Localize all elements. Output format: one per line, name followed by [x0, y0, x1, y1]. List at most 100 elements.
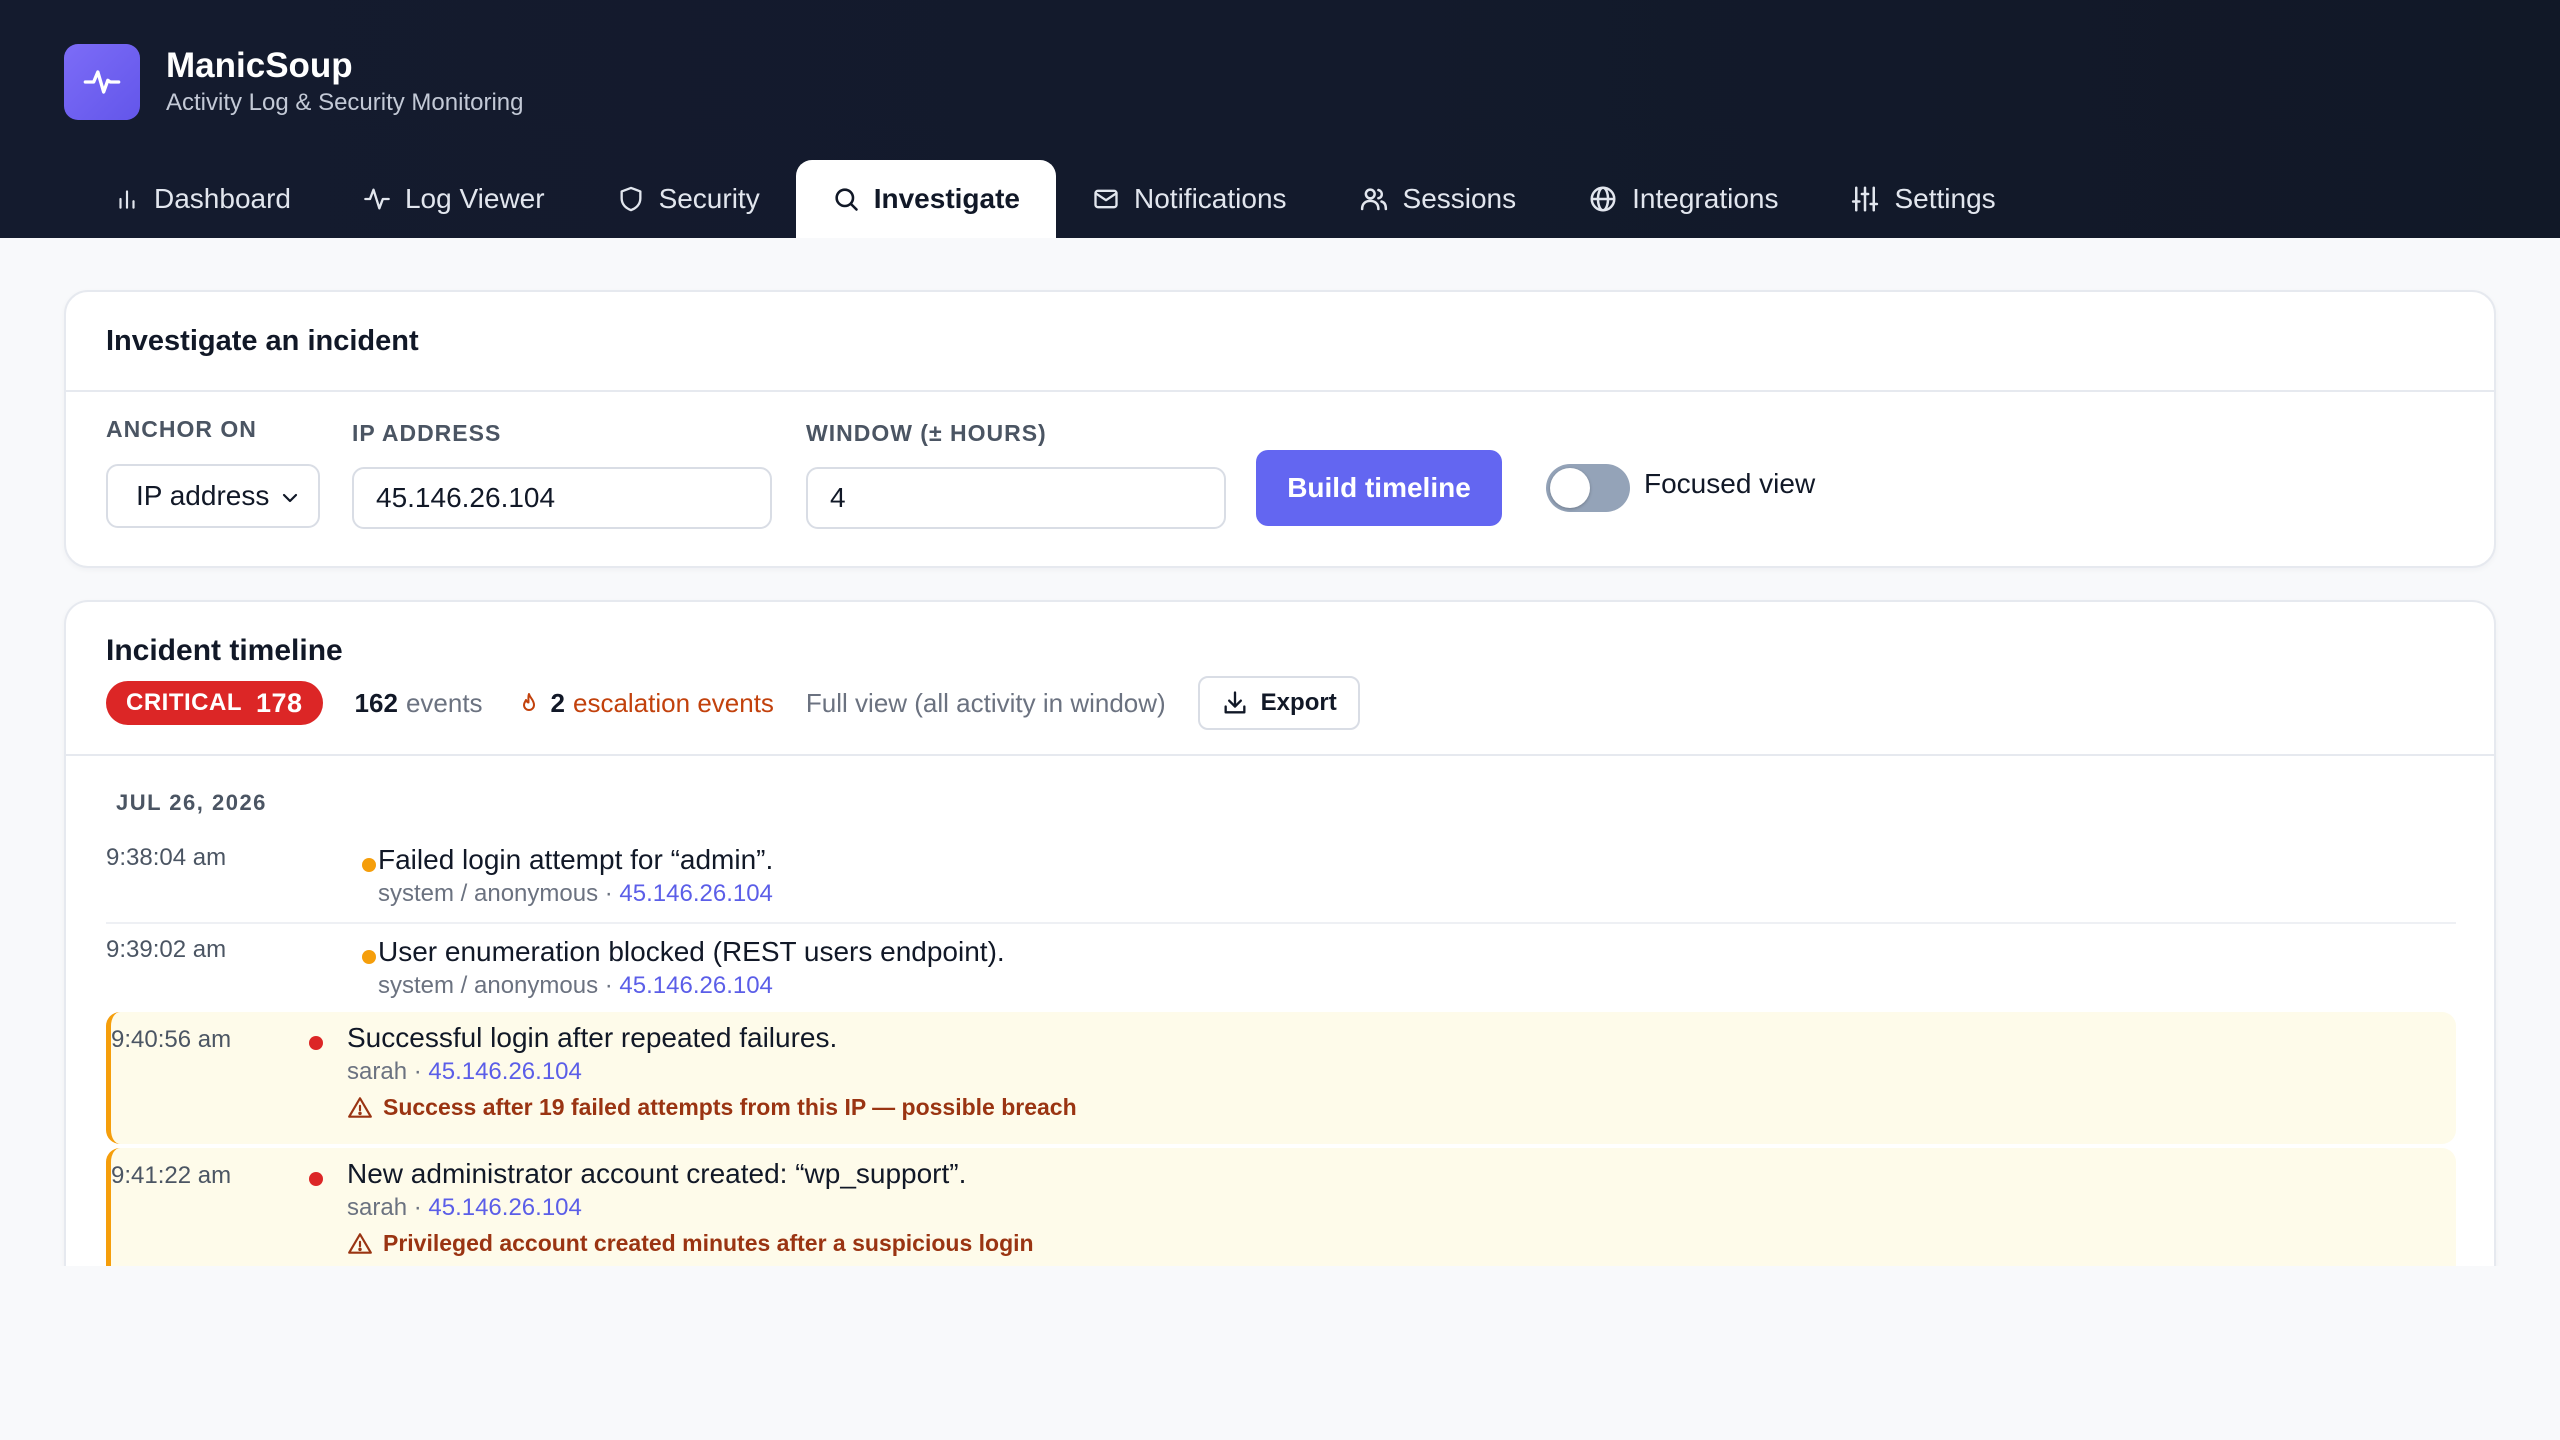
event-separator: ·: [407, 1058, 429, 1085]
app-subtitle: Activity Log & Security Monitoring: [166, 89, 524, 116]
anchor-value: IP address: [136, 480, 270, 511]
event-actor: system / anonymous: [378, 880, 599, 907]
escalation-count: 2 escalation events: [517, 688, 774, 719]
event-divider: [106, 922, 2456, 924]
event-actor-line: system / anonymous · 45.146.26.104: [378, 880, 773, 908]
activity-icon: [364, 188, 390, 210]
event-time: 9:39:02 am: [106, 936, 227, 963]
brand: ManicSoup Activity Log & Security Monito…: [64, 44, 523, 120]
critical-dot-icon: [309, 1172, 323, 1186]
event-actor: sarah: [347, 1058, 408, 1085]
timeline-date-heading: JUL 26, 2026: [116, 790, 267, 815]
anchor-select[interactable]: IP address: [106, 464, 320, 528]
sliders-icon: [1852, 186, 1879, 212]
export-label: Export: [1260, 689, 1337, 716]
event-message: Successful login after repeated failures…: [347, 1022, 838, 1053]
ip-address-value: 45.146.26.104: [376, 482, 556, 513]
app-title: ManicSoup: [166, 46, 353, 85]
tab-label: Sessions: [1402, 183, 1517, 214]
view-mode-label: Full view (all activity in window): [805, 687, 1166, 718]
event-time: 9:40:56 am: [111, 1026, 232, 1053]
event-separator: ·: [598, 972, 620, 999]
timeline-title: Incident timeline: [106, 634, 343, 667]
event-ip-link[interactable]: 45.146.26.104: [619, 972, 772, 999]
tab-label: Investigate: [873, 183, 1020, 214]
ip-label: IP ADDRESS: [352, 420, 502, 446]
download-icon: [1224, 691, 1246, 714]
escalation-warning: Privileged account created minutes after…: [347, 1230, 1034, 1257]
timeline-event[interactable]: 9:39:02 am User enumeration blocked (RES…: [106, 932, 2456, 1022]
tab-label: Dashboard: [154, 183, 291, 214]
page-background: [0, 1266, 2560, 1440]
export-button[interactable]: Export: [1197, 676, 1360, 730]
bar-chart-icon: [119, 190, 135, 209]
event-count-number: 162: [354, 687, 398, 718]
investigate-title: Investigate an incident: [66, 292, 2494, 392]
investigate-form: ANCHOR ON IP address IP ADDRESS 45.146.2…: [66, 392, 2494, 568]
event-count: 162 events: [355, 688, 483, 719]
toggle-knob: [1550, 468, 1590, 508]
escalation-warning-text: Success after 19 failed attempts from th…: [383, 1094, 1077, 1120]
window-hours-input[interactable]: 4: [806, 467, 1226, 529]
window-label: WINDOW (± HOURS): [806, 420, 1047, 446]
tab-dashboard[interactable]: Dashboard: [78, 160, 327, 238]
event-ip-link[interactable]: 45.146.26.104: [428, 1058, 581, 1085]
escalation-warning-text: Privileged account created minutes after…: [383, 1230, 1034, 1256]
event-actor: system / anonymous: [378, 972, 599, 999]
timeline-event[interactable]: 9:38:04 am Failed login attempt for “adm…: [106, 840, 2456, 930]
activity-pulse-icon: [64, 44, 140, 120]
event-actor-line: sarah · 45.146.26.104: [347, 1058, 582, 1086]
tab-notifications[interactable]: Notifications: [1056, 160, 1323, 238]
severity-score: 178: [255, 687, 303, 718]
tab-label: Integrations: [1632, 183, 1779, 214]
event-message: User enumeration blocked (REST users end…: [378, 936, 1005, 967]
mail-icon: [1094, 189, 1118, 209]
warning-triangle-icon: [348, 1096, 372, 1118]
event-actor-line: sarah · 45.146.26.104: [347, 1194, 582, 1222]
escalation-count-number: 2: [550, 687, 566, 718]
tab-label: Notifications: [1134, 183, 1287, 214]
tab-settings[interactable]: Settings: [1814, 160, 2031, 238]
severity-label: CRITICAL: [126, 689, 242, 716]
tab-investigate[interactable]: Investigate: [795, 160, 1056, 238]
warning-dot-icon: [362, 858, 376, 872]
event-time: 9:38:04 am: [106, 844, 227, 871]
anchor-label: ANCHOR ON: [106, 416, 257, 442]
timeline-meta: CRITICAL 178 162 events 2 escalation event…: [106, 676, 1360, 730]
build-timeline-button[interactable]: Build timeline: [1256, 450, 1502, 526]
investigate-card: Investigate an incident ANCHOR ON IP add…: [64, 290, 2496, 568]
search-icon: [835, 188, 858, 211]
flagged-timeline-event[interactable]: 9:41:22 am New administrator account cre…: [106, 1148, 2456, 1280]
flame-icon: [522, 693, 535, 711]
event-count-word: events: [405, 687, 483, 718]
tab-security[interactable]: Security: [581, 160, 796, 238]
tab-label: Security: [658, 183, 760, 214]
ip-address-input[interactable]: 45.146.26.104: [352, 467, 772, 529]
event-ip-link[interactable]: 45.146.26.104: [619, 880, 772, 907]
focused-view-label: Focused view: [1644, 468, 1816, 499]
window-hours-value: 4: [830, 482, 846, 513]
warning-dot-icon: [362, 950, 376, 964]
timeline-header: Incident timeline CRITICAL 178 162 events…: [66, 602, 2494, 756]
flagged-timeline-event[interactable]: 9:40:56 am Successful login after repeat…: [106, 1012, 2456, 1144]
tab-label: Log Viewer: [404, 183, 545, 214]
tab-log-viewer[interactable]: Log Viewer: [327, 160, 581, 238]
event-separator: ·: [598, 880, 620, 907]
users-icon: [1360, 188, 1387, 211]
event-message: New administrator account created: “wp_s…: [347, 1158, 967, 1189]
focused-view-toggle[interactable]: [1546, 464, 1630, 512]
chevron-down-icon: [282, 493, 298, 503]
event-time: 9:41:22 am: [111, 1162, 232, 1189]
event-separator: ·: [407, 1194, 429, 1221]
tab-sessions[interactable]: Sessions: [1323, 160, 1553, 238]
event-actor: sarah: [347, 1194, 408, 1221]
app-header: ManicSoup Activity Log & Security Monito…: [0, 0, 2560, 238]
escalation-count-word: escalation events: [573, 687, 774, 718]
globe-icon: [1590, 186, 1616, 212]
tab-label: Settings: [1894, 183, 1996, 214]
escalation-warning: Success after 19 failed attempts from th…: [347, 1094, 1077, 1121]
severity-badge: CRITICAL 178: [106, 681, 323, 725]
tab-integrations[interactable]: Integrations: [1552, 160, 1814, 238]
event-message: Failed login attempt for “admin”.: [378, 844, 774, 875]
event-ip-link[interactable]: 45.146.26.104: [428, 1194, 581, 1221]
